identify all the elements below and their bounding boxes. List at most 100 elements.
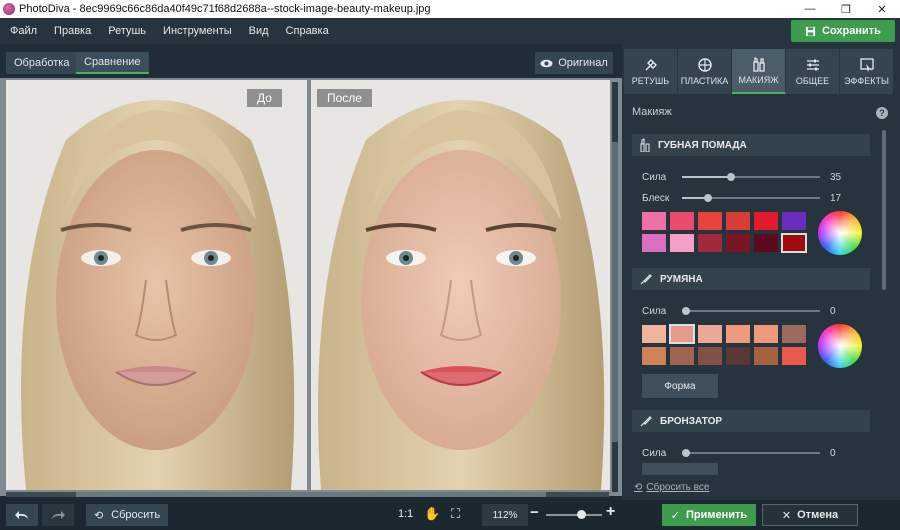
actual-size-button[interactable]: 1:1 xyxy=(398,508,413,520)
lipstick-color-swatch[interactable] xyxy=(754,234,778,252)
tab-makeup[interactable]: МАКИЯЖ xyxy=(732,49,786,94)
lipstick-palette xyxy=(642,212,807,253)
bronzer-strength-label: Сила xyxy=(642,447,667,459)
zoom-in-icon[interactable]: + xyxy=(606,503,615,521)
before-photo: До xyxy=(6,80,307,490)
lipstick-gloss-knob[interactable] xyxy=(704,194,712,202)
blush-color-swatch[interactable] xyxy=(642,325,666,343)
bronzer-header[interactable]: БРОНЗАТОР xyxy=(632,410,870,432)
canvas-horizontal-scrollbar[interactable] xyxy=(6,492,609,497)
maximize-icon[interactable]: ❐ xyxy=(828,0,864,18)
menu-file[interactable]: Файл xyxy=(0,25,44,37)
lipstick-header[interactable]: ГУБНАЯ ПОМАДА xyxy=(632,134,870,156)
lipstick-color-wheel[interactable] xyxy=(818,211,862,255)
shape-button[interactable]: Форма xyxy=(642,374,718,398)
lipstick-strength-knob[interactable] xyxy=(727,173,735,181)
menu-bar: Файл Правка Ретушь Инструменты Вид Справ… xyxy=(0,18,900,44)
blush-strength-label: Сила xyxy=(642,305,667,317)
original-button[interactable]: Оригинал xyxy=(535,52,613,74)
zoom-slider-knob[interactable] xyxy=(576,510,586,519)
lipstick-title: ГУБНАЯ ПОМАДА xyxy=(658,139,747,151)
blush-header[interactable]: РУМЯНА xyxy=(632,268,870,290)
blush-color-swatch[interactable] xyxy=(754,347,778,365)
undo-arrow-icon: ⟲ xyxy=(634,482,643,493)
save-button[interactable]: Сохранить xyxy=(791,20,895,42)
tab-plastic[interactable]: ПЛАСТИКА xyxy=(678,49,732,94)
blush-strength-knob[interactable] xyxy=(682,307,690,315)
tab-general[interactable]: ОБЩЕЕ xyxy=(786,49,840,94)
bronzer-shape-button-partial[interactable] xyxy=(642,463,718,475)
lipstick-color-swatch[interactable] xyxy=(698,234,722,252)
lipstick-color-swatch[interactable] xyxy=(670,234,694,252)
image-canvas[interactable]: До После xyxy=(0,78,622,496)
tab-effects-label: ЭФФЕКТЫ xyxy=(844,76,889,86)
zoom-out-icon[interactable]: − xyxy=(530,504,539,521)
zoom-slider[interactable] xyxy=(546,510,602,519)
blush-strength-slider[interactable]: Сила 0 xyxy=(642,304,842,318)
save-label: Сохранить xyxy=(822,25,881,37)
bronzer-brush-icon xyxy=(640,416,652,427)
tab-comparison[interactable]: Сравнение xyxy=(76,52,149,74)
blush-color-swatch[interactable] xyxy=(726,325,750,343)
blush-color-swatch[interactable] xyxy=(782,347,806,365)
lipstick-color-swatch[interactable] xyxy=(698,212,722,230)
menu-retouch[interactable]: Ретушь xyxy=(98,25,153,37)
menu-edit[interactable]: Правка xyxy=(44,25,98,37)
lipstick-color-swatch[interactable] xyxy=(726,234,750,252)
help-icon[interactable]: ? xyxy=(876,107,888,119)
zoom-level[interactable]: 112% xyxy=(482,504,528,526)
redo-icon xyxy=(52,511,65,519)
lipstick-color-swatch[interactable] xyxy=(754,212,778,230)
lipstick-gloss-slider[interactable]: Блеск 17 xyxy=(642,191,842,205)
reset-button[interactable]: ⟲ Сбросить xyxy=(86,504,168,526)
undo-button[interactable] xyxy=(6,504,38,526)
retouch-icon xyxy=(645,59,657,71)
blush-color-swatch[interactable] xyxy=(782,325,806,343)
tab-general-label: ОБЩЕЕ xyxy=(795,76,830,86)
lipstick-color-swatch[interactable] xyxy=(782,212,806,230)
tab-processing[interactable]: Обработка xyxy=(6,52,78,74)
close-icon[interactable]: ✕ xyxy=(864,0,900,18)
blush-color-swatch[interactable] xyxy=(698,347,722,365)
hand-icon[interactable]: ✋ xyxy=(424,506,440,522)
after-photo: После xyxy=(311,80,610,490)
blush-color-swatch[interactable] xyxy=(726,347,750,365)
lipstick-color-swatch[interactable] xyxy=(670,212,694,230)
redo-button[interactable] xyxy=(42,504,74,526)
apply-label: Применить xyxy=(686,509,748,521)
after-label: После xyxy=(317,89,372,107)
lipstick-strength-slider[interactable]: Сила 35 xyxy=(642,170,842,184)
reset-all-link[interactable]: ⟲ Сбросить все xyxy=(634,482,709,493)
menu-help[interactable]: Справка xyxy=(276,25,336,37)
blush-strength-value: 0 xyxy=(830,305,836,317)
before-label: До xyxy=(247,89,282,107)
bronzer-strength-slider[interactable]: Сила 0 xyxy=(642,446,842,460)
minimize-icon[interactable]: — xyxy=(792,0,828,18)
lipstick-color-swatch[interactable] xyxy=(726,212,750,230)
cancel-button[interactable]: ✕ Отмена xyxy=(762,504,858,526)
menu-view[interactable]: Вид xyxy=(239,25,276,37)
check-icon: ✓ xyxy=(670,509,680,522)
lipstick-color-swatch[interactable] xyxy=(642,234,666,252)
blush-color-wheel[interactable] xyxy=(818,324,862,368)
original-label: Оригинал xyxy=(558,57,608,69)
blush-color-swatch[interactable] xyxy=(670,347,694,365)
blush-color-swatch[interactable] xyxy=(754,325,778,343)
lipstick-color-swatch[interactable] xyxy=(781,233,807,253)
bronzer-strength-knob[interactable] xyxy=(682,449,690,457)
app-logo-icon xyxy=(3,3,15,15)
blush-color-swatch[interactable] xyxy=(642,347,666,365)
canvas-vertical-scrollbar[interactable] xyxy=(612,82,618,492)
lipstick-gloss-label: Блеск xyxy=(642,192,670,204)
tab-retouch[interactable]: РЕТУШЬ xyxy=(624,49,678,94)
menu-tools[interactable]: Инструменты xyxy=(153,25,239,37)
panel-scrollbar[interactable] xyxy=(882,130,886,290)
blush-color-swatch[interactable] xyxy=(698,325,722,343)
apply-button[interactable]: ✓ Применить xyxy=(662,504,756,526)
blush-color-swatch[interactable] xyxy=(669,324,695,344)
lipstick-color-swatch[interactable] xyxy=(642,212,666,230)
lipstick-gloss-value: 17 xyxy=(830,192,842,204)
tab-retouch-label: РЕТУШЬ xyxy=(631,76,670,86)
tab-effects[interactable]: ЭФФЕКТЫ xyxy=(840,49,894,94)
fit-screen-icon[interactable]: ⛶ xyxy=(451,506,460,522)
